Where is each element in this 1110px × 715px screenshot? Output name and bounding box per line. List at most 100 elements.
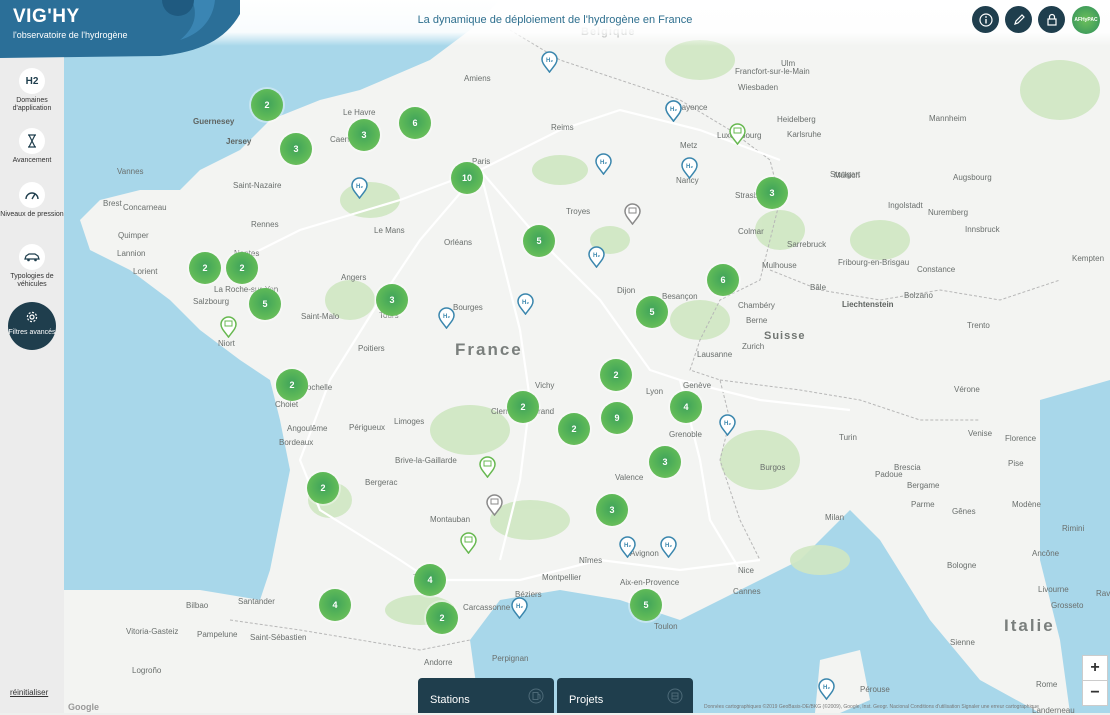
map-place-label: Ravenne <box>1096 589 1110 598</box>
map-canvas[interactable] <box>0 0 1110 713</box>
login-button[interactable] <box>1038 6 1065 33</box>
map-cluster[interactable]: 3 <box>376 284 408 316</box>
project-pin[interactable] <box>486 494 503 516</box>
hydrogen-station-pin[interactable]: H₂ <box>665 100 682 122</box>
hydrogen-station-pin[interactable]: H₂ <box>517 293 534 315</box>
project-pin[interactable] <box>460 532 477 554</box>
map-cluster[interactable]: 4 <box>414 564 446 596</box>
map-cluster[interactable]: 2 <box>251 89 283 121</box>
map-place-label: Genève <box>683 381 712 390</box>
map-cluster[interactable]: 2 <box>307 472 339 504</box>
map-place-label: Andorre <box>424 658 453 667</box>
svg-text:H₂: H₂ <box>686 164 693 170</box>
logo-subtitle: l'observatoire de l'hydrogène <box>13 30 128 40</box>
map-place-label: Rome <box>1036 680 1058 689</box>
map-cluster[interactable]: 5 <box>523 225 555 257</box>
hydrogen-station-pin[interactable]: H₂ <box>588 246 605 268</box>
map-place-label: Gênes <box>952 507 976 516</box>
map-cluster[interactable]: 2 <box>189 252 221 284</box>
map-cluster[interactable]: 10 <box>451 162 483 194</box>
sidebar-item-pression[interactable]: Niveaux de pression <box>0 182 64 219</box>
map-cluster[interactable]: 2 <box>600 359 632 391</box>
map-cluster[interactable]: 4 <box>670 391 702 423</box>
hydrogen-station-pin[interactable]: H₂ <box>619 536 636 558</box>
hydrogen-station-pin[interactable]: H₂ <box>351 177 368 199</box>
sidebar-item-domaines[interactable]: H2 Domaines d'application <box>0 68 64 113</box>
map-place-label: Augsbourg <box>953 173 992 182</box>
map-cluster[interactable]: 2 <box>226 252 258 284</box>
map-place-label: Grenoble <box>669 430 702 439</box>
hydrogen-station-pin[interactable]: H₂ <box>595 153 612 175</box>
map-place-label: Cannes <box>733 587 761 596</box>
project-pin[interactable] <box>220 316 237 338</box>
svg-text:H₂: H₂ <box>670 107 677 113</box>
info-button[interactable] <box>972 6 999 33</box>
sidebar-item-avancement[interactable]: Avancement <box>0 128 64 165</box>
project-pin[interactable] <box>479 456 496 478</box>
map-cluster[interactable]: 6 <box>707 264 739 296</box>
map-cluster[interactable]: 9 <box>601 402 633 434</box>
project-pin[interactable] <box>729 123 746 145</box>
map-cluster[interactable]: 5 <box>636 296 668 328</box>
map-place-label: Lorient <box>133 267 158 276</box>
hydrogen-station-pin[interactable]: H₂ <box>660 536 677 558</box>
map-cluster[interactable]: 4 <box>319 589 351 621</box>
hydrogen-station-pin[interactable]: H₂ <box>719 414 736 436</box>
map-place-label: Reims <box>551 123 574 132</box>
map-cluster[interactable]: 5 <box>249 288 281 320</box>
map-cluster[interactable]: 2 <box>276 369 308 401</box>
map-place-label: Troyes <box>566 207 591 216</box>
sidebar-item-vehicules[interactable]: Typologies de véhicules <box>0 244 64 289</box>
hydrogen-station-pin[interactable]: H₂ <box>511 597 528 619</box>
map-cluster[interactable]: 3 <box>348 119 380 151</box>
advanced-filters-button[interactable]: Filtres avancés <box>8 302 56 350</box>
reset-link[interactable]: réinitialiser <box>10 688 48 697</box>
map-cluster[interactable]: 3 <box>756 177 788 209</box>
map-place-label: Lausanne <box>697 350 733 359</box>
project-pin[interactable] <box>624 203 641 225</box>
map-place-label: Francfort-sur-le-Main <box>735 67 810 76</box>
map-cluster[interactable]: 3 <box>649 446 681 478</box>
map-place-label: Sarrebruck <box>787 240 827 249</box>
zoom-out-button[interactable]: − <box>1082 680 1108 706</box>
map-cluster[interactable]: 2 <box>426 602 458 634</box>
map-place-label: Burgos <box>760 463 786 472</box>
map-place-label: Constance <box>917 265 956 274</box>
sidebar-item-label: Niveaux de pression <box>0 211 64 218</box>
hydrogen-station-pin[interactable]: H₂ <box>438 307 455 329</box>
map-place-label: Perpignan <box>492 654 529 663</box>
logo[interactable]: VIG'HY l'observatoire de l'hydrogène <box>0 0 240 58</box>
map-cluster[interactable]: 5 <box>630 589 662 621</box>
edit-button[interactable] <box>1005 6 1032 33</box>
map-place-label: Le Havre <box>343 108 376 117</box>
hydrogen-station-pin[interactable]: H₂ <box>541 51 558 73</box>
map-basemap <box>64 0 1110 713</box>
map-cluster[interactable]: 2 <box>507 391 539 423</box>
map-place-label: Sienne <box>950 638 975 647</box>
tab-stations[interactable]: Stations <box>418 678 554 713</box>
hydrogen-station-pin[interactable]: H₂ <box>818 678 835 700</box>
map-cluster[interactable]: 3 <box>280 133 312 165</box>
tab-projets[interactable]: Projets <box>557 678 693 713</box>
map-place-label: Livourne <box>1038 585 1069 594</box>
hydrogen-station-pin[interactable]: H₂ <box>681 157 698 179</box>
map-cluster[interactable]: 3 <box>596 494 628 526</box>
map-place-label: Saint-Nazaire <box>233 181 282 190</box>
map-place-label: Limoges <box>394 417 425 426</box>
map-place-label: Chambéry <box>738 301 775 310</box>
map-place-label: Stuttgart <box>830 170 861 179</box>
map-place-label: Mulhouse <box>762 261 797 270</box>
map-cluster[interactable]: 2 <box>558 413 590 445</box>
car-icon <box>19 244 45 270</box>
partner-logo[interactable]: AFHyPAC <box>1072 6 1100 34</box>
svg-text:H₂: H₂ <box>546 58 553 64</box>
map-cluster[interactable]: 6 <box>399 107 431 139</box>
map-place-label: Dijon <box>617 286 636 295</box>
zoom-in-button[interactable]: + <box>1082 655 1108 681</box>
map-attribution[interactable]: Données cartographiques ©2019 GeoBasis-D… <box>704 704 1039 710</box>
map-place-label: Vannes <box>117 167 144 176</box>
map-place-label: Rennes <box>251 220 279 229</box>
pencil-icon <box>1013 13 1025 25</box>
project-icon <box>667 688 683 707</box>
map-place-label: Carcassonne <box>463 603 511 612</box>
